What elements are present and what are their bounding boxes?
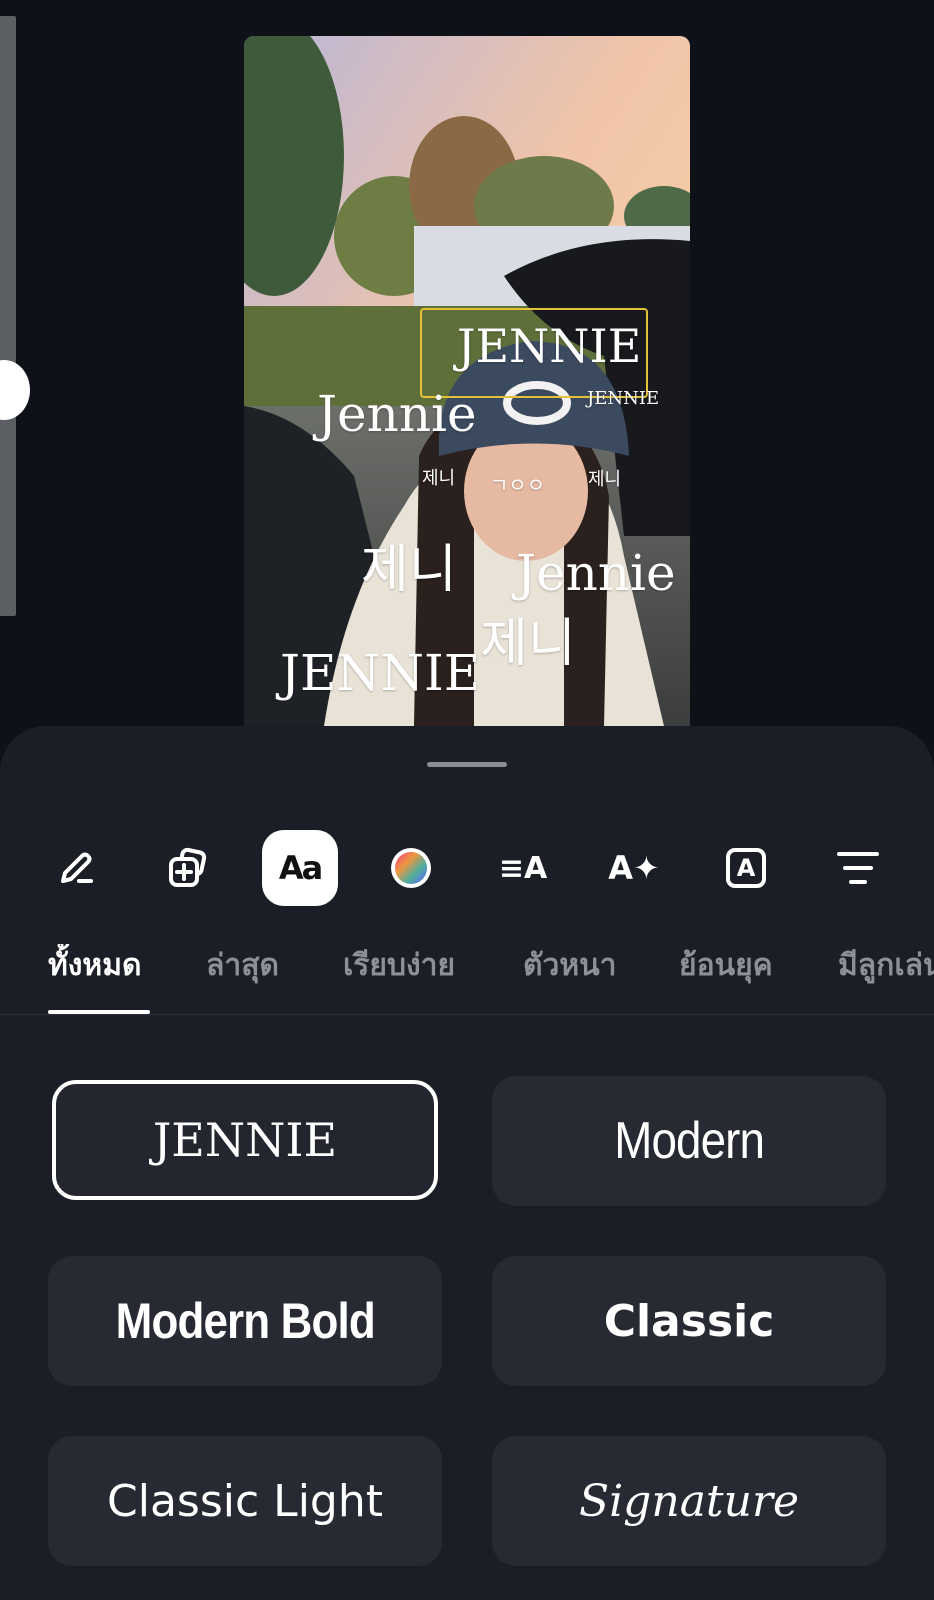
overlay-text[interactable]: Jennie [516, 548, 676, 598]
font-option-label: Classic Light [107, 1475, 383, 1527]
color-wheel-icon[interactable] [373, 830, 449, 906]
tab-all[interactable]: ทั้งหมด [48, 944, 141, 1014]
font-option-label: Modern [614, 1112, 765, 1170]
left-strip [0, 16, 16, 616]
font-option-classic-light[interactable]: Classic Light [48, 1436, 442, 1566]
overlay-text[interactable]: 제니 [422, 470, 455, 488]
tab-playful[interactable]: มีลูกเล่น [838, 944, 934, 1014]
font-picker-sheet: Aa ≡A A✦ A ทั้งหมด ล่าสุด เรียบง่าย ตัวห… [0, 726, 934, 1600]
text-effect-label: A✦ [608, 849, 660, 887]
overlay-text[interactable]: JENNIE [280, 648, 480, 698]
font-option-jennie[interactable]: JENNIE [52, 1080, 438, 1200]
text-effect-icon[interactable]: A✦ [596, 830, 672, 906]
font-option-modern-bold[interactable]: Modern Bold [48, 1256, 442, 1386]
overlay-text[interactable]: 제니 [588, 471, 621, 489]
font-option-label: Signature [578, 1475, 800, 1527]
active-tab-indicator [48, 1010, 150, 1014]
text-align-icon[interactable]: ≡A [485, 830, 561, 906]
font-option-signature[interactable]: Signature [492, 1436, 886, 1566]
tab-bold[interactable]: ตัวหนา [523, 944, 616, 1014]
side-drag-handle[interactable] [0, 360, 30, 420]
text-background-label: A [736, 854, 756, 882]
overlay-text[interactable]: 제니 [361, 544, 457, 596]
font-option-classic[interactable]: Classic [492, 1256, 886, 1386]
sheet-grabber[interactable] [427, 762, 507, 767]
pencil-icon[interactable] [38, 830, 114, 906]
text-background-icon[interactable]: A [708, 830, 784, 906]
font-option-label: Classic [603, 1295, 775, 1347]
overlay-text[interactable]: ㄱㅇㅇ [490, 475, 545, 495]
tab-simple[interactable]: เรียบง่าย [343, 944, 455, 1014]
font-option-label: Modern Bold [115, 1293, 375, 1349]
font-option-modern[interactable]: Modern [492, 1076, 886, 1206]
font-icon-label: Aa [278, 849, 323, 887]
font-option-label: JENNIE [152, 1113, 338, 1167]
tab-retro[interactable]: ย้อนยุค [679, 944, 773, 1014]
overlay-text[interactable]: JENNIE [457, 323, 641, 369]
font-icon[interactable]: Aa [262, 830, 338, 906]
overlay-text[interactable]: Jennie [317, 389, 477, 439]
tab-recent[interactable]: ล่าสุด [206, 944, 279, 1014]
overlay-text[interactable]: 제니 [480, 618, 576, 670]
add-sticker-icon[interactable] [150, 830, 226, 906]
photo-canvas[interactable]: JENNIE Jennie JENNIE 제니 ㄱㅇㅇ 제니 제니 Jennie… [244, 36, 690, 726]
filter-lines-icon[interactable] [820, 830, 896, 906]
font-category-tabs: ทั้งหมด ล่าสุด เรียบง่าย ตัวหนา ย้อนยุค … [0, 944, 934, 1015]
overlay-text[interactable]: JENNIE [587, 390, 659, 408]
text-toolbar: Aa ≡A A✦ A [0, 830, 934, 906]
text-align-label: ≡A [498, 850, 548, 886]
